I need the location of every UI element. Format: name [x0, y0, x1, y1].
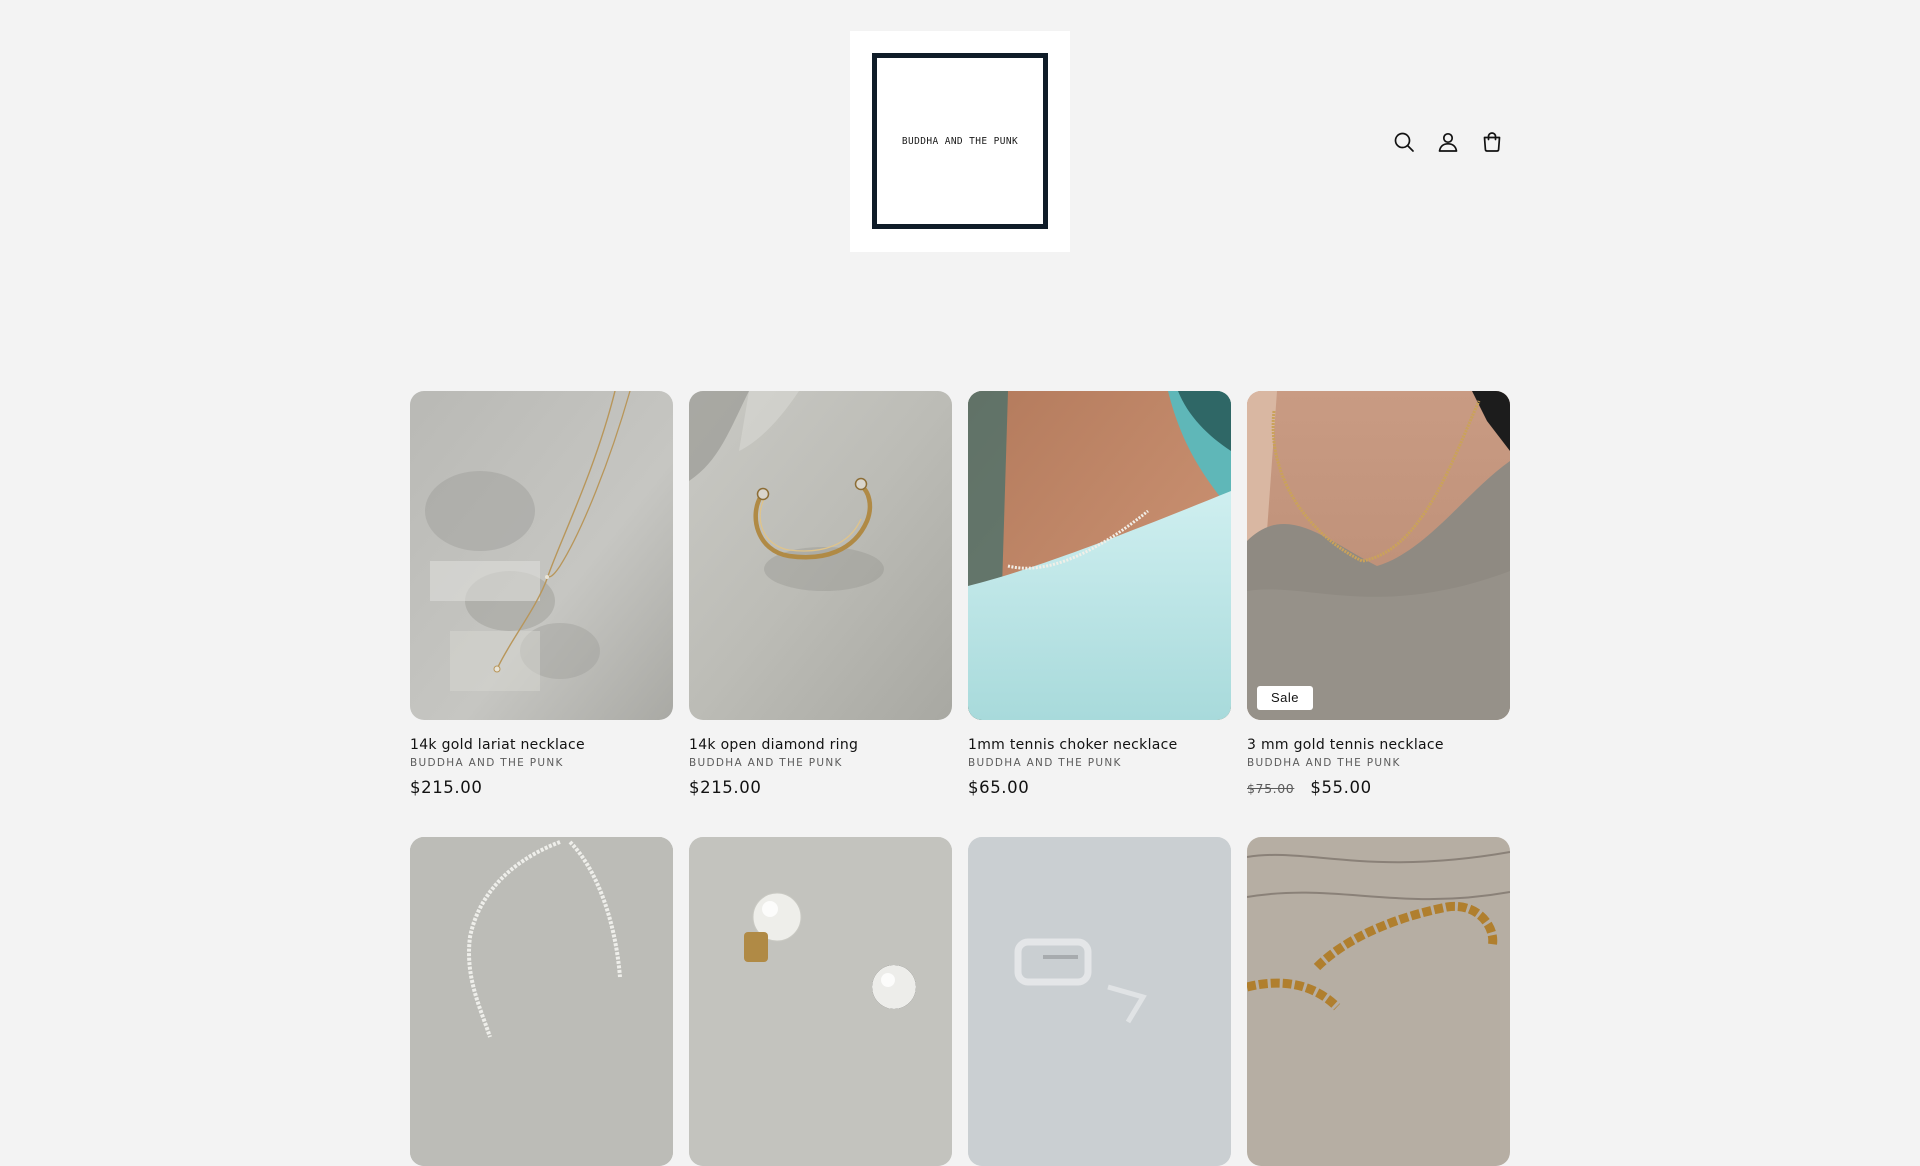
price-row: $215.00	[689, 778, 952, 797]
product-title[interactable]: 1mm tennis choker necklace	[968, 737, 1231, 753]
silver-clasp-photo	[968, 837, 1231, 1166]
product-image[interactable]: Sale	[1247, 391, 1510, 720]
gold-chain-photo	[1247, 837, 1510, 1166]
account-icon[interactable]	[1430, 124, 1466, 160]
product-image[interactable]	[1247, 837, 1510, 1166]
price-row: $215.00	[410, 778, 673, 797]
product-price-sale: $55.00	[1310, 778, 1372, 797]
product-card	[410, 837, 673, 1166]
product-image[interactable]	[689, 391, 952, 720]
price-row: $65.00	[968, 778, 1231, 797]
cart-icon[interactable]	[1474, 124, 1510, 160]
logo-text: BUDDHA AND THE PUNK	[901, 135, 1019, 147]
product-title[interactable]: 14k gold lariat necklace	[410, 737, 673, 753]
sale-badge: Sale	[1257, 686, 1314, 710]
price-row: $75.00 $55.00	[1247, 778, 1510, 797]
product-card	[689, 837, 952, 1166]
site-header: BUDDHA AND THE PUNK	[0, 0, 1920, 260]
lariat-necklace-photo	[410, 391, 673, 720]
store-logo[interactable]: BUDDHA AND THE PUNK	[850, 31, 1070, 252]
product-vendor: BUDDHA AND THE PUNK	[1247, 757, 1401, 769]
product-card: 1mm tennis choker necklace BUDDHA AND TH…	[968, 391, 1231, 797]
product-price: $215.00	[689, 778, 762, 797]
product-image[interactable]	[410, 391, 673, 720]
product-card: Sale 3 mm gold tennis necklace BUDDHA AN…	[1247, 391, 1510, 797]
pearl-earrings-photo	[689, 837, 952, 1166]
product-card	[1247, 837, 1510, 1166]
product-vendor: BUDDHA AND THE PUNK	[689, 757, 843, 769]
logo-frame: BUDDHA AND THE PUNK	[872, 53, 1048, 229]
product-price: $215.00	[410, 778, 483, 797]
product-price-regular: $75.00	[1247, 781, 1295, 796]
search-icon[interactable]	[1386, 124, 1422, 160]
product-title[interactable]: 14k open diamond ring	[689, 737, 952, 753]
product-vendor: BUDDHA AND THE PUNK	[968, 757, 1122, 769]
header-icons	[1386, 124, 1510, 160]
product-image[interactable]	[410, 837, 673, 1166]
tennis-choker-photo	[968, 391, 1231, 720]
product-image[interactable]	[689, 837, 952, 1166]
product-image[interactable]	[968, 391, 1231, 720]
product-price: $65.00	[968, 778, 1030, 797]
product-card: 14k open diamond ring BUDDHA AND THE PUN…	[689, 391, 952, 797]
product-card: 14k gold lariat necklace BUDDHA AND THE …	[410, 391, 673, 797]
product-image[interactable]	[968, 837, 1231, 1166]
product-card	[968, 837, 1231, 1166]
product-title[interactable]: 3 mm gold tennis necklace	[1247, 737, 1510, 753]
gold-tennis-necklace-photo	[1247, 391, 1510, 720]
diamond-ring-photo	[689, 391, 952, 720]
silver-tennis-necklace-photo	[410, 837, 673, 1166]
product-vendor: BUDDHA AND THE PUNK	[410, 757, 564, 769]
